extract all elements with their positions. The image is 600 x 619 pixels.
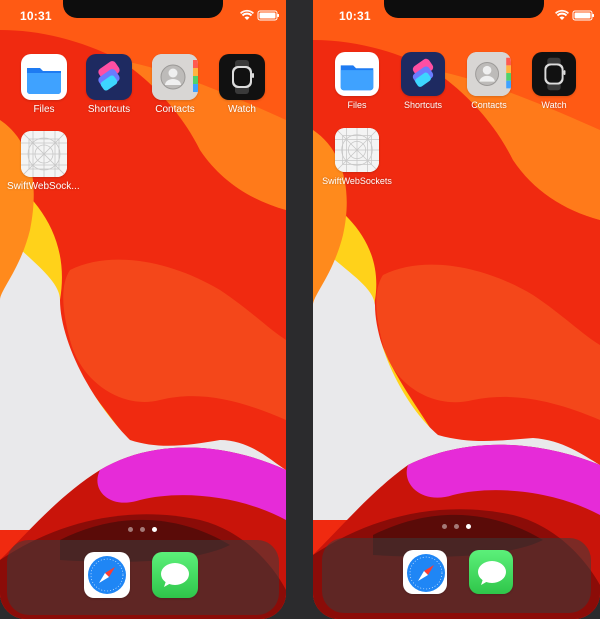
app-shortcuts[interactable]: Shortcuts: [76, 54, 142, 115]
battery-icon: [572, 10, 594, 21]
page-dot: [454, 524, 459, 529]
watch-icon: [532, 52, 576, 96]
blank-app-icon: [21, 131, 67, 177]
page-dot-active: [152, 527, 157, 532]
dock: [322, 538, 591, 613]
app-files[interactable]: Files: [321, 52, 393, 110]
contacts-icon: [467, 52, 511, 96]
app-label: Contacts: [155, 104, 195, 115]
messages-icon: [152, 552, 198, 598]
app-label: Watch: [228, 104, 256, 115]
phone-screen-right: 10:31 Files Shortcuts Contacts Watch Swi…: [313, 0, 600, 619]
status-bar: 10:31: [313, 0, 600, 32]
files-icon: [335, 52, 379, 96]
app-label: SwiftWebSock...: [7, 181, 80, 192]
dock-app-messages[interactable]: [152, 552, 198, 598]
dock-app-messages[interactable]: [468, 550, 514, 594]
status-time: 10:31: [20, 9, 52, 23]
status-time: 10:31: [339, 9, 371, 23]
page-dot: [140, 527, 145, 532]
notch: [384, 0, 544, 18]
app-contacts[interactable]: Contacts: [453, 52, 525, 110]
wifi-icon: [555, 9, 569, 20]
page-dot: [442, 524, 447, 529]
app-label: Files: [347, 100, 367, 110]
app-label: Watch: [541, 100, 567, 110]
app-label: Files: [33, 104, 55, 115]
app-contacts[interactable]: Contacts: [142, 54, 208, 115]
app-watch[interactable]: Watch: [518, 52, 590, 110]
watch-icon: [219, 54, 265, 100]
contacts-icon: [152, 54, 198, 100]
app-shortcuts[interactable]: Shortcuts: [387, 52, 459, 110]
page-dot-active: [466, 524, 471, 529]
dock-app-safari[interactable]: [84, 552, 130, 598]
messages-icon: [469, 550, 513, 594]
safari-icon: [403, 550, 447, 594]
dock: [7, 540, 279, 615]
shortcuts-icon: [401, 52, 445, 96]
app-label: Shortcuts: [87, 104, 131, 115]
files-icon: [21, 54, 67, 100]
notch: [63, 0, 223, 18]
app-files[interactable]: Files: [11, 54, 77, 115]
app-swiftwebsockets[interactable]: SwiftWebSock...: [7, 131, 80, 192]
status-icons: [240, 9, 279, 21]
safari-icon: [84, 552, 130, 598]
app-label: Shortcuts: [403, 100, 443, 110]
shortcuts-icon: [86, 54, 132, 100]
battery-icon: [257, 10, 279, 21]
wifi-icon: [240, 9, 254, 20]
app-watch[interactable]: Watch: [209, 54, 275, 115]
app-label: SwiftWebSockets: [322, 176, 392, 186]
blank-app-icon: [335, 128, 379, 172]
app-label: Contacts: [471, 100, 507, 110]
page-dot: [128, 527, 133, 532]
status-icons: [555, 9, 594, 21]
status-bar: 10:31: [0, 0, 286, 32]
phone-screen-left: 10:31 Files Shortcuts Contacts Watch Swi…: [0, 0, 286, 619]
dock-app-safari[interactable]: [402, 550, 448, 594]
app-swiftwebsockets[interactable]: SwiftWebSockets: [321, 128, 393, 186]
